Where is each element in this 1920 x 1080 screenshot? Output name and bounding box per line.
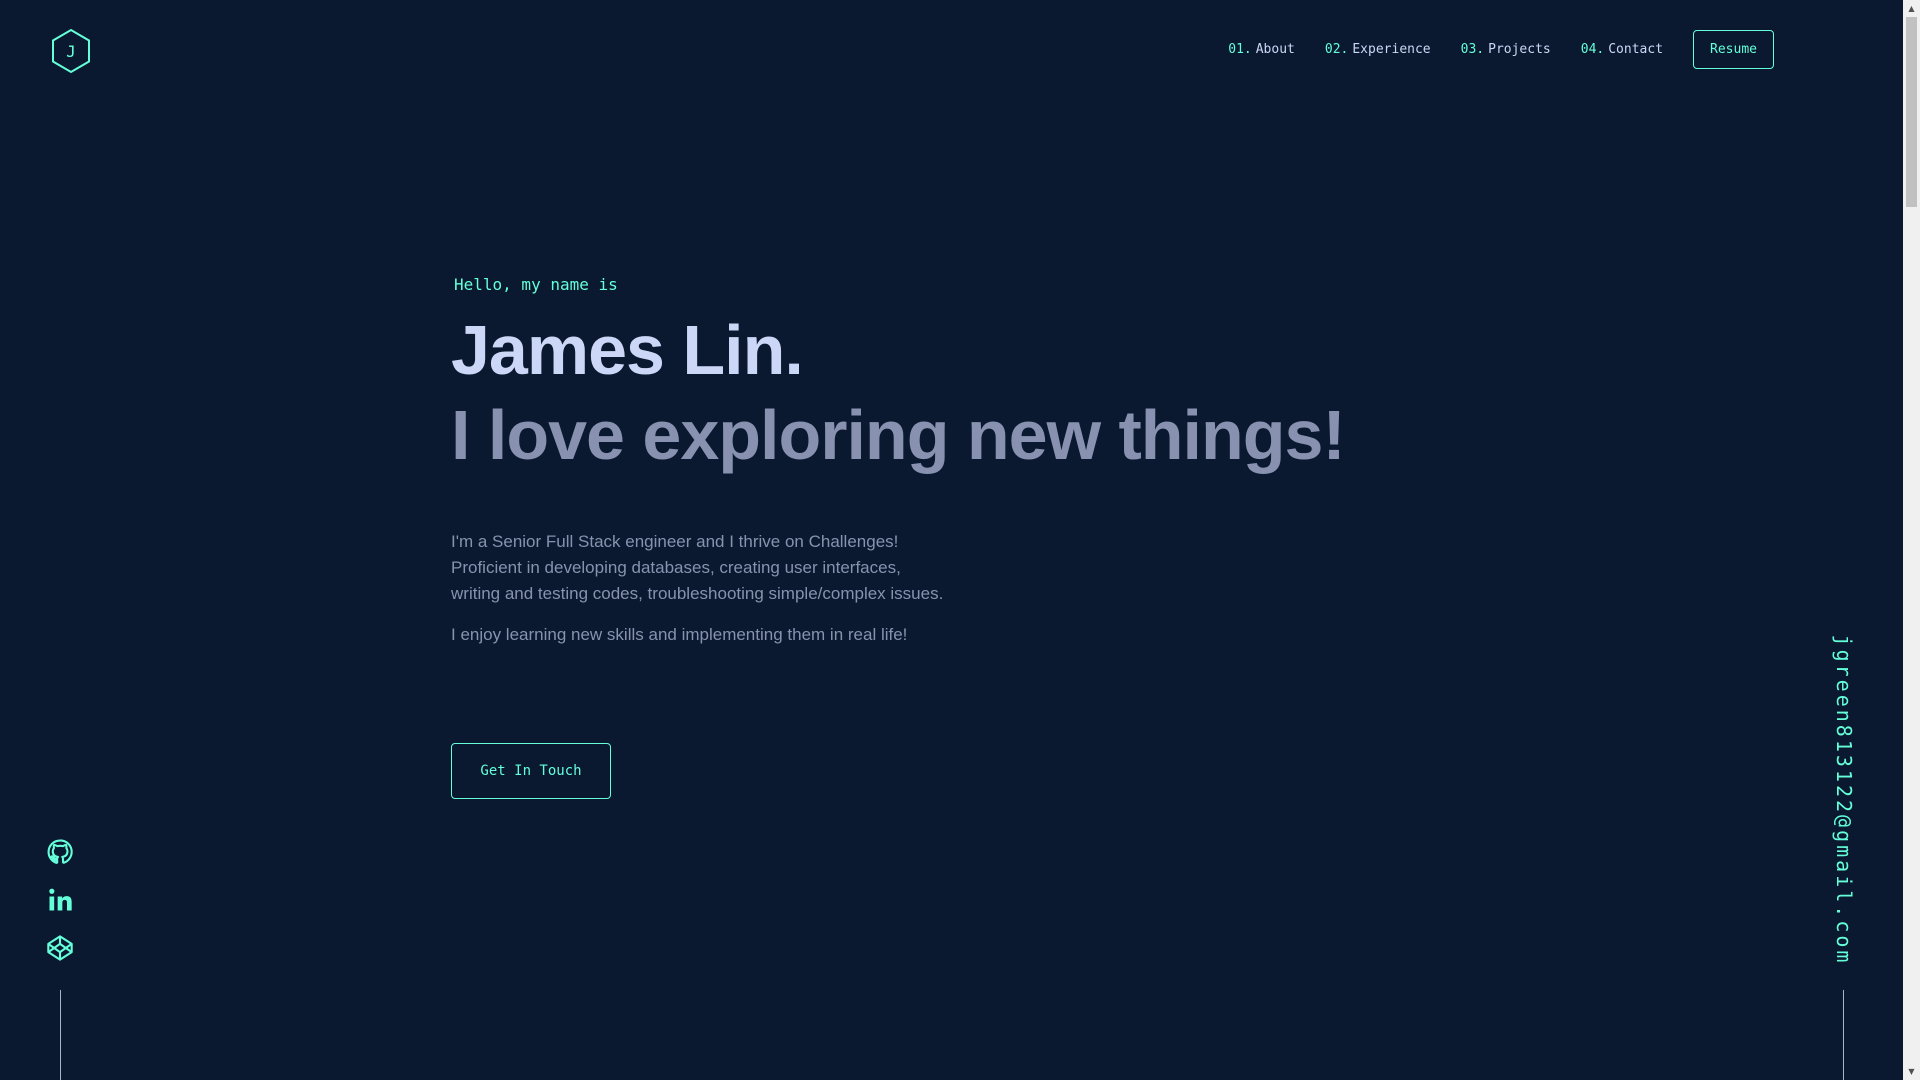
left-divider-line xyxy=(60,990,61,1080)
portfolio-page: J 01. About 02. Experience 03. Projects 04.… xyxy=(0,0,1903,1080)
get-in-touch-button[interactable]: Get In Touch xyxy=(451,743,611,799)
hero-greeting: Hello, my name is xyxy=(454,275,618,294)
github-icon xyxy=(47,839,73,864)
scroll-up-arrow-icon[interactable]: ▲ xyxy=(1903,0,1920,17)
resume-button[interactable]: Resume xyxy=(1693,30,1774,69)
nav-label: Contact xyxy=(1608,42,1664,57)
nav-label: About xyxy=(1255,42,1295,57)
logo-link[interactable]: J xyxy=(50,28,92,74)
hexagon-logo-icon: J xyxy=(52,28,90,74)
bio-paragraph: I enjoy learning new skills and implemen… xyxy=(451,624,908,644)
hero-section: Hello, my name is James Lin. I love expl… xyxy=(451,275,1451,663)
social-links xyxy=(46,838,74,962)
main-nav: 01. About 02. Experience 03. Projects 04. Co… xyxy=(1228,30,1774,69)
nav-item-contact[interactable]: 04. Contact xyxy=(1581,42,1663,57)
nav-number: 03. xyxy=(1460,42,1485,57)
scrollbar-thumb[interactable] xyxy=(1906,17,1917,207)
bio-paragraph: I'm a Senior Full Stack engineer and I t… xyxy=(451,531,944,603)
nav-item-about[interactable]: 01. About xyxy=(1228,42,1295,57)
vertical-scrollbar[interactable]: ▲ ▼ xyxy=(1903,0,1920,1080)
nav-number: 01. xyxy=(1228,42,1252,57)
email-link[interactable]: jgreen813122@gmail.com xyxy=(1832,635,1856,966)
nav-number: 02. xyxy=(1324,42,1349,57)
codepen-icon xyxy=(47,935,73,961)
nav-item-projects[interactable]: 03. Projects xyxy=(1461,42,1551,57)
github-link[interactable] xyxy=(46,838,74,866)
nav-label: Experience xyxy=(1352,42,1431,57)
nav-item-experience[interactable]: 02. Experience xyxy=(1325,42,1431,57)
hero-bio: I'm a Senior Full Stack engineer and I t… xyxy=(451,529,951,648)
hero-name: James Lin. xyxy=(451,311,804,389)
logo-letter: J xyxy=(66,42,76,61)
scroll-down-arrow-icon[interactable]: ▼ xyxy=(1903,1063,1920,1080)
linkedin-link[interactable] xyxy=(46,886,74,914)
linkedin-icon xyxy=(49,888,72,911)
right-divider-line xyxy=(1843,990,1844,1080)
hero-tagline: I love exploring new things! xyxy=(451,396,1346,475)
nav-label: Projects xyxy=(1488,42,1551,57)
nav-number: 04. xyxy=(1580,42,1605,57)
codepen-link[interactable] xyxy=(46,934,74,962)
